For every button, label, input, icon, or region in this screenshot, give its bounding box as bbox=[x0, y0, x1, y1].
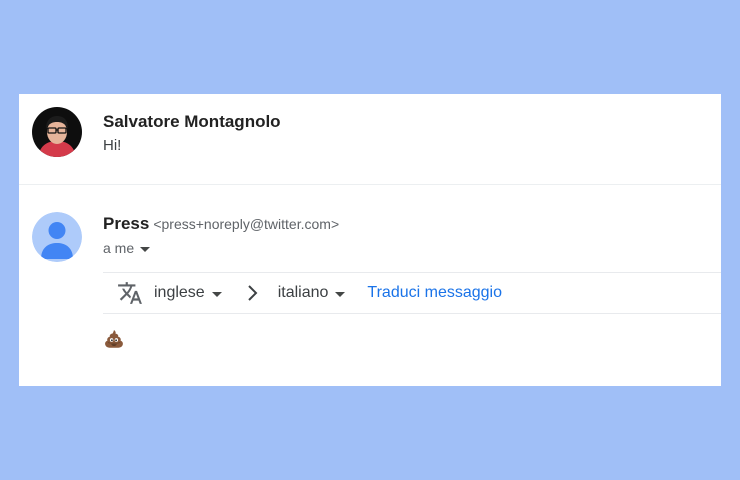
translate-bar-top-divider bbox=[103, 272, 721, 273]
message-divider bbox=[19, 184, 721, 185]
sender-avatar-default[interactable] bbox=[32, 212, 82, 262]
message2-header: Press <press+noreply@twitter.com> bbox=[103, 214, 339, 234]
target-language-label: italiano bbox=[277, 284, 329, 301]
translate-bar: inglese italiano Traduci messaggio bbox=[117, 280, 502, 306]
target-language-select[interactable]: italiano bbox=[278, 284, 346, 302]
pile-of-poo-emoji bbox=[105, 330, 123, 348]
email-thread-card: Salvatore Montagnolo Hi! Press <press+nor… bbox=[19, 94, 721, 386]
source-language-select[interactable]: inglese bbox=[154, 284, 222, 302]
chevron-down-icon bbox=[335, 291, 346, 297]
translate-bar-bottom-divider bbox=[103, 313, 721, 314]
chevron-down-icon[interactable] bbox=[140, 246, 151, 252]
message2-sender-name[interactable]: Press bbox=[103, 214, 149, 233]
avatar-photo-image bbox=[32, 107, 82, 157]
sender-avatar-photo[interactable] bbox=[32, 107, 82, 157]
recipient-details-toggle[interactable]: a me bbox=[103, 240, 151, 256]
translate-icon bbox=[118, 282, 142, 304]
source-language-label: inglese bbox=[154, 284, 205, 301]
chevron-right-icon bbox=[247, 285, 258, 301]
message2-sender-email: <press+noreply@twitter.com> bbox=[153, 216, 340, 232]
default-avatar-icon bbox=[32, 212, 82, 262]
message1-sender-name[interactable]: Salvatore Montagnolo bbox=[103, 112, 281, 132]
recipient-label: a me bbox=[103, 240, 135, 256]
message1-snippet[interactable]: Hi! bbox=[103, 137, 121, 154]
translate-message-link[interactable]: Traduci messaggio bbox=[367, 284, 502, 302]
chevron-down-icon bbox=[211, 291, 222, 297]
